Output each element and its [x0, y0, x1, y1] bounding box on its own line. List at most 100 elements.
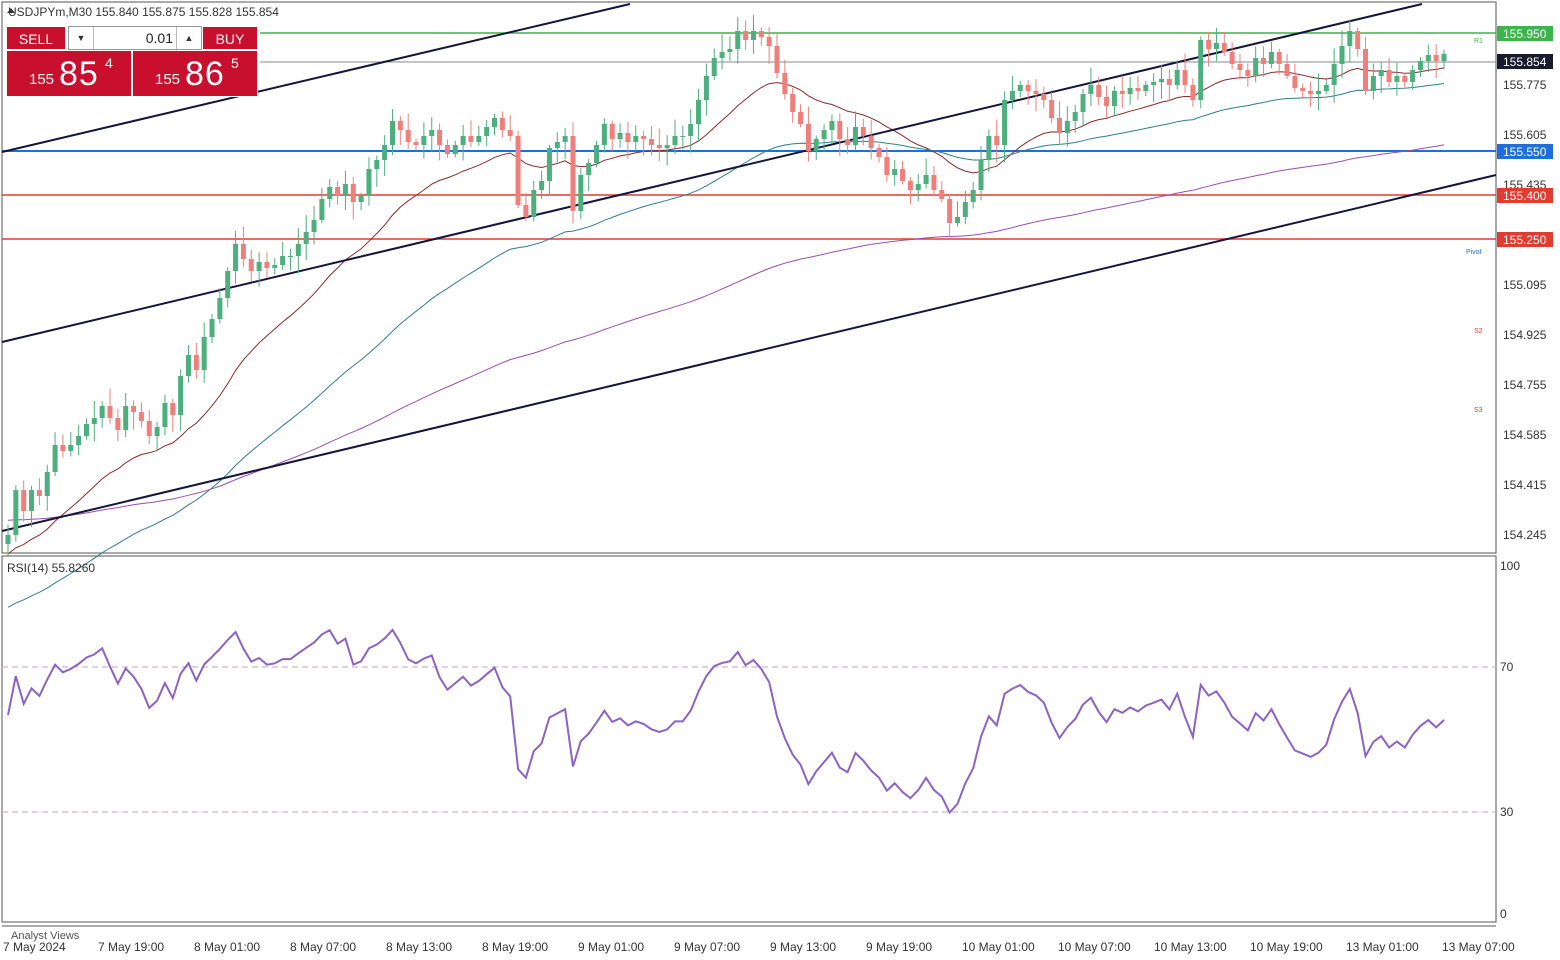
lot-increase-icon[interactable]: ▲ — [176, 27, 201, 49]
bear-candle — [774, 46, 780, 73]
bear-candle — [138, 412, 144, 421]
bull-candle — [13, 490, 19, 535]
bull-candle — [617, 133, 623, 139]
time-tick: 9 May 01:00 — [578, 940, 644, 954]
bull-candle — [382, 145, 388, 160]
bear-candle — [1300, 88, 1306, 91]
bear-candle — [1033, 91, 1039, 94]
bear-candle — [609, 124, 615, 139]
bear-candle — [193, 355, 199, 370]
bear-candle — [468, 136, 474, 142]
bear-candle — [131, 406, 137, 412]
bear-candle — [860, 127, 866, 136]
bull-candle — [233, 244, 239, 271]
bear-candle — [1104, 97, 1110, 106]
bear-candle — [1308, 91, 1314, 94]
lot-size-stepper[interactable]: ▼ 0.01 ▲ — [68, 26, 202, 50]
bear-candle — [1221, 43, 1227, 52]
bull-candle — [750, 31, 756, 40]
bull-candle — [217, 298, 223, 319]
rsi-panel — [1, 555, 1497, 923]
bear-candle — [758, 31, 764, 37]
bear-candle — [1433, 55, 1439, 61]
time-tick: 7 May 19:00 — [98, 940, 164, 954]
time-tick: 8 May 13:00 — [386, 940, 452, 954]
bear-candle — [845, 139, 851, 145]
price-tick: 154.755 — [1503, 378, 1547, 392]
bull-candle — [1378, 70, 1384, 76]
bull-candle — [1151, 82, 1157, 85]
bull-candle — [303, 232, 309, 244]
bear-candle — [444, 145, 450, 154]
bull-candle — [962, 202, 968, 217]
time-tick: 7 May 2024 — [3, 940, 66, 954]
rsi-level-100: 100 — [1500, 559, 1520, 573]
lot-size-input[interactable]: 0.01 — [93, 27, 177, 49]
bull-candle — [484, 127, 490, 136]
buy-price-button[interactable]: 155 86 5 — [132, 50, 258, 97]
bear-candle — [641, 136, 647, 139]
r1-marker: R1 — [1474, 38, 1483, 45]
bull-candle — [915, 184, 921, 190]
bull-candle — [492, 118, 498, 127]
bear-candle — [766, 37, 772, 46]
time-tick: 10 May 19:00 — [1250, 940, 1323, 954]
sell-price-button[interactable]: 155 85 4 — [6, 50, 132, 97]
bull-candle — [688, 124, 694, 136]
bull-candle — [1213, 43, 1219, 49]
bear-candle — [1237, 64, 1243, 70]
bear-candle — [1292, 76, 1298, 88]
lot-decrease-icon[interactable]: ▼ — [69, 27, 94, 49]
bull-candle — [539, 181, 545, 190]
time-tick: 9 May 07:00 — [674, 940, 740, 954]
rsi-label: RSI(14) 55.8260 — [7, 561, 95, 575]
time-tick: 10 May 07:00 — [1058, 940, 1131, 954]
price-tick: 155.605 — [1503, 128, 1547, 142]
one-click-trade-panel: SELL ▼ 0.01 ▲ BUY 155 85 4 155 86 5 — [6, 26, 258, 98]
resistance-label: 155.950 — [1503, 27, 1547, 41]
bear-candle — [782, 73, 788, 94]
bear-candle — [994, 136, 1000, 145]
bull-candle — [319, 199, 325, 220]
bear-candle — [115, 418, 121, 430]
bear-candle — [1166, 79, 1172, 85]
bull-candle — [366, 169, 372, 196]
support-red-1-label: 155.400 — [1503, 189, 1547, 203]
bull-candle — [1143, 85, 1149, 91]
bull-candle — [201, 337, 207, 370]
bear-candle — [1276, 52, 1282, 64]
chart-canvas[interactable]: USDJPYm,M30 155.840 155.875 155.828 155.… — [0, 0, 1560, 960]
bull-candle — [68, 445, 74, 451]
bear-candle — [405, 130, 411, 142]
bear-candle — [107, 406, 113, 418]
time-tick: 8 May 01:00 — [194, 940, 260, 954]
bear-candle — [413, 142, 419, 145]
bull-candle — [1331, 64, 1337, 85]
bear-candle — [884, 157, 890, 175]
bear-candle — [1386, 70, 1392, 82]
bull-candle — [970, 190, 976, 202]
rsi-level-30: 30 — [1500, 805, 1514, 819]
bear-candle — [805, 124, 811, 151]
bull-candle — [562, 136, 568, 142]
bull-candle — [185, 355, 191, 376]
bull-candle — [327, 187, 333, 199]
bull-candle — [986, 136, 992, 160]
bear-candle — [1182, 70, 1188, 85]
bear-candle — [1041, 94, 1047, 100]
bull-candle — [1315, 91, 1321, 94]
time-tick: 10 May 01:00 — [962, 940, 1035, 954]
buy-button[interactable]: BUY — [202, 26, 258, 50]
bull-candle — [892, 169, 898, 175]
bear-candle — [1025, 85, 1031, 91]
bull-candle — [664, 145, 670, 148]
bull-candle — [1080, 94, 1086, 112]
bull-candle — [852, 127, 858, 145]
bear-candle — [743, 31, 749, 40]
bear-candle — [1056, 118, 1062, 133]
sell-button[interactable]: SELL — [6, 26, 66, 50]
symbol-header: USDJPYm,M30 155.840 155.875 155.828 155.… — [8, 5, 279, 19]
bull-candle — [813, 139, 819, 151]
buy-price-pip: 5 — [231, 55, 239, 71]
bear-candle — [335, 187, 341, 196]
